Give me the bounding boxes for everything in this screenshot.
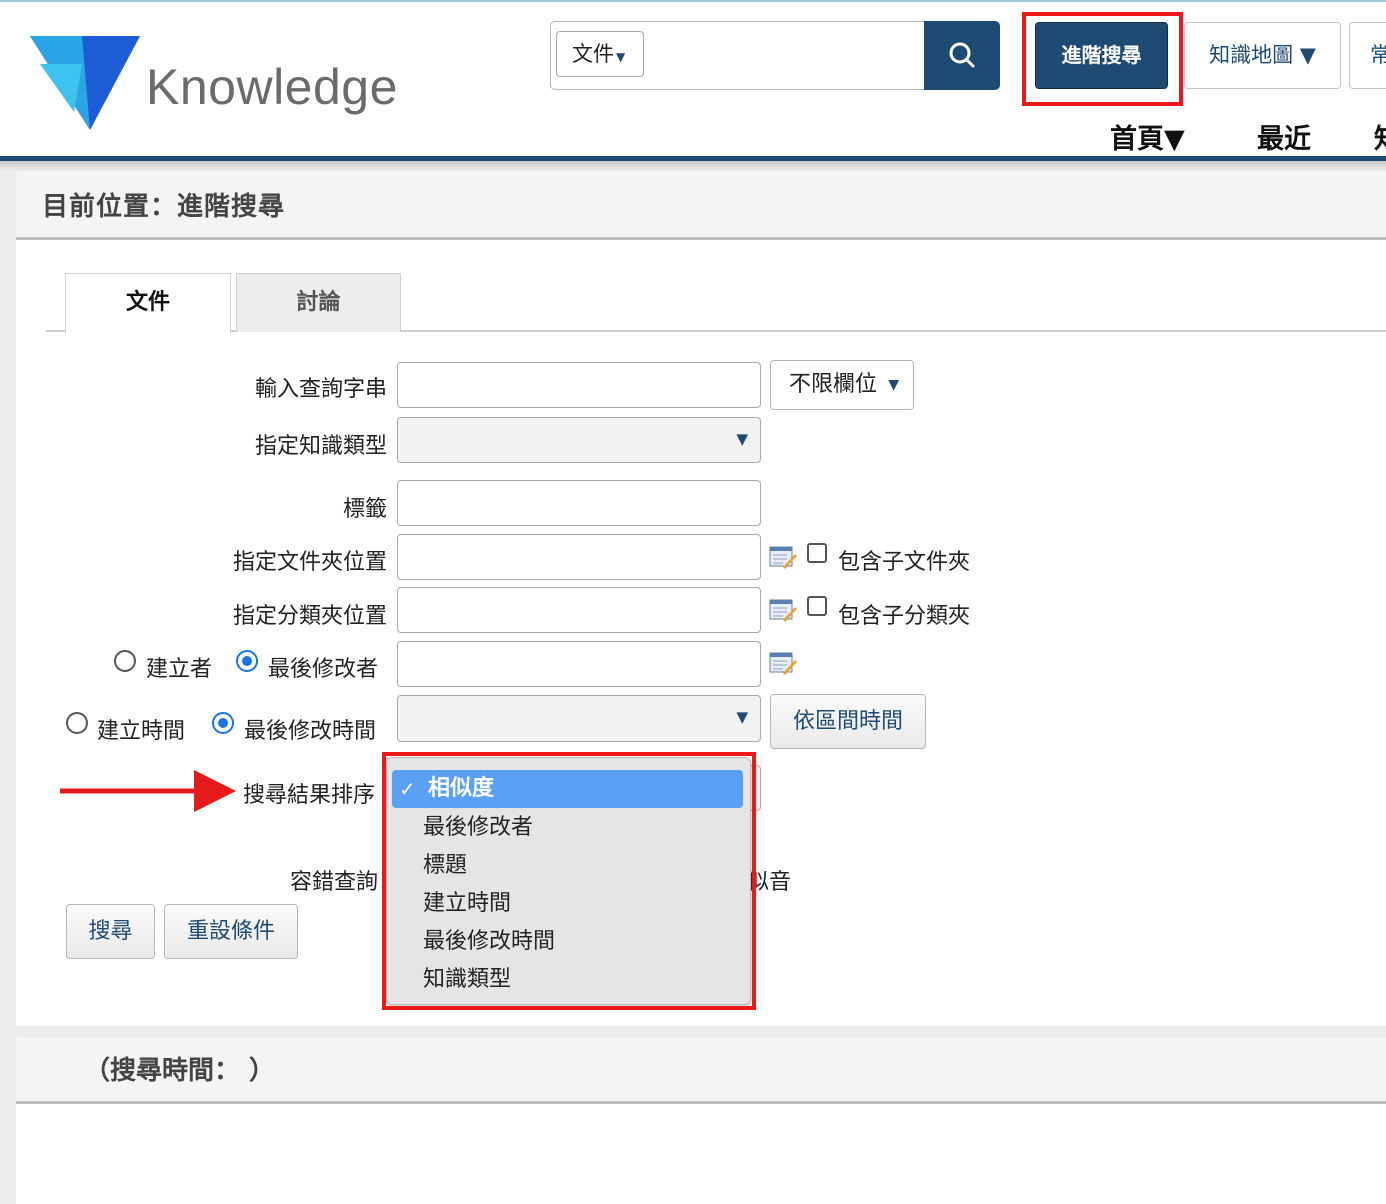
logo-text: Knowledge [146,59,398,115]
caret-down-icon: ▼ [888,377,899,393]
search-time-text: （搜尋時間： ） [84,1056,276,1086]
category-picker-icon[interactable] [769,598,797,622]
tag-label: 標籤 [342,497,387,522]
caret-down-icon: ▼ [616,50,626,64]
breadcrumb: 目前位置：進階搜尋 [42,192,286,222]
advanced-search-button[interactable]: 進階搜尋 [1035,22,1168,89]
tag-input[interactable] [397,480,761,526]
nav-home[interactable]: 首頁▼ [1110,117,1185,156]
creator-label: 建立者 [146,657,213,682]
creator-radio[interactable] [114,650,136,672]
type-label: 指定知識類型 [254,434,387,459]
category-label: 指定分類夾位置 [232,604,387,629]
sort-label: 搜尋結果排序 [243,783,376,808]
modifier-label: 最後修改者 [268,657,379,682]
knowledge-logo-icon [30,36,140,130]
include-subcategory-label: 包含子分類夾 [838,604,971,629]
highlight-box-sort-dropdown [382,752,756,1010]
fuzzy-label: 容錯查詢 [290,870,379,895]
modifier-radio[interactable] [236,650,258,672]
nav-recent[interactable]: 最近 [1257,117,1311,156]
caret-down-icon: ▼ [736,430,748,448]
search-button[interactable] [924,21,1000,90]
search-submit-button[interactable]: 搜尋 [66,904,155,959]
folder-picker-icon[interactable] [769,545,797,569]
field-scope-select[interactable]: 不限欄位 ▼ [770,360,914,410]
include-subfolder-label: 包含子文件夾 [838,550,971,575]
include-subcategory-checkbox[interactable] [807,596,827,616]
nav-more[interactable]: 知 [1374,117,1386,156]
range-time-button[interactable]: 依區間時間 [770,694,926,749]
search-scope-label: 文件 [572,42,614,66]
modified-time-radio[interactable] [212,712,234,734]
include-subfolder-checkbox[interactable] [807,543,827,563]
modified-time-label: 最後修改時間 [244,719,377,744]
time-select[interactable]: ▼ [397,695,761,742]
arrow-right-icon [60,770,236,812]
query-input[interactable] [397,362,761,408]
person-picker-icon[interactable] [769,651,797,675]
search-scope-select[interactable]: 文件 ▼ [556,31,644,77]
caret-down-icon: ▼ [736,708,748,726]
knowledge-map-button[interactable]: 知識地圖 ▼ [1184,22,1341,89]
common-button[interactable]: 常 [1349,22,1386,89]
person-input[interactable] [397,641,761,687]
created-time-label: 建立時間 [97,719,186,744]
tab-documents[interactable]: 文件 [65,273,231,333]
query-label: 輸入查詢字串 [254,377,387,402]
type-select[interactable]: ▼ [397,417,761,463]
reset-button[interactable]: 重設條件 [164,904,298,959]
tab-discussions[interactable]: 討論 [236,273,401,332]
folder-input[interactable] [397,534,761,580]
search-icon [949,42,975,68]
header-shadow [0,161,1386,171]
field-scope-label: 不限欄位 [789,372,878,397]
created-time-radio[interactable] [66,712,88,734]
category-input[interactable] [397,587,761,633]
folder-label: 指定文件夾位置 [232,550,387,575]
